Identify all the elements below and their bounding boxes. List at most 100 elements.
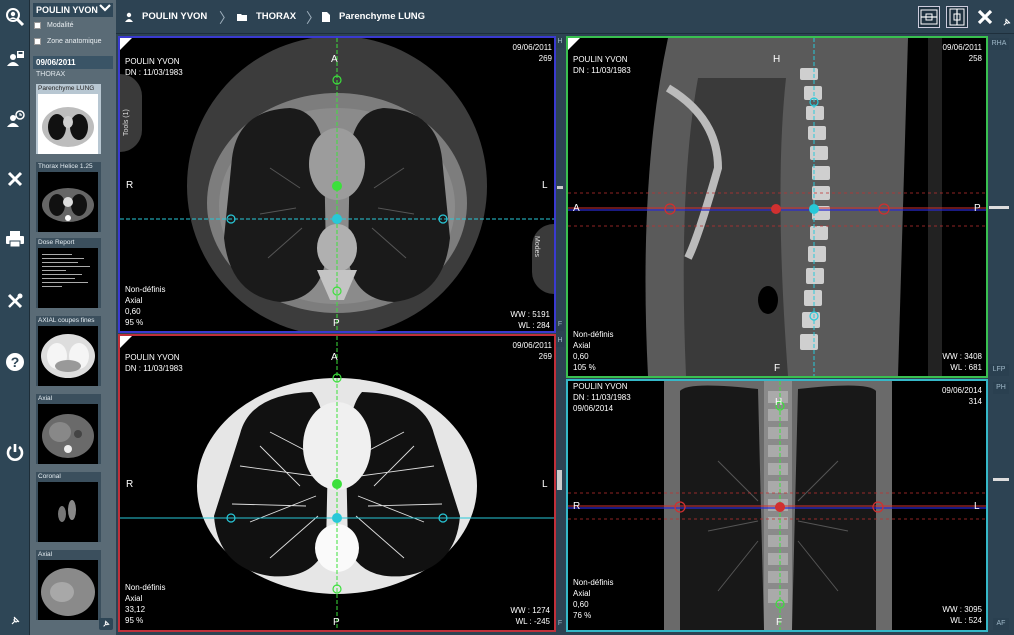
orientation-left: R [126,479,134,490]
viewport-sagittal[interactable]: POULIN YVON DN : 11/03/1983 09/06/2011 2… [566,36,988,378]
sagittal-image [568,38,986,376]
series-thumbnail [38,248,98,308]
scroll-indicator[interactable] [557,470,562,490]
study-date: 09/06/2014 [941,386,982,395]
series-item[interactable]: AXIAL coupes fines [36,316,101,386]
window-level: WL : -245 [515,617,550,626]
series-item[interactable]: Axial [36,394,101,464]
series-label: Thorax Helice 1.25 [38,163,93,170]
layout-horizontal-button[interactable] [918,6,940,28]
window-level: WL : 681 [950,363,982,372]
series-panel: POULIN YVON Modalité Zone anatomique 09/… [30,0,116,635]
tools-side-tab[interactable]: Tools (1) [120,74,142,152]
series-item[interactable]: Parenchyme LUNG [36,84,101,154]
series-label: Axial [38,395,53,402]
filter-modality-checkbox[interactable] [34,22,41,29]
close-viewer-button[interactable] [974,6,996,28]
close-icon[interactable] [3,166,27,192]
series-item[interactable]: Dose Report [36,238,101,308]
patient-dob: DN : 11/03/1983 [125,364,183,373]
viewer-app: ? POULIN YVON Modalité Zone anatomique 0… [0,0,1014,635]
corner-h-tab[interactable]: H [556,337,564,347]
study-date-header[interactable]: 09/06/2011 [33,56,113,69]
tools-icon[interactable] [3,288,27,314]
orientation-tab-top[interactable]: RHA [989,38,1009,50]
corner-f-tab[interactable]: F [556,620,564,630]
study-date: 09/06/2011 [942,43,982,52]
breadcrumb-series[interactable]: Parenchyme LUNG [322,11,425,22]
slice-thickness: 0,60 [573,352,589,361]
chevron-down-icon[interactable] [99,3,111,16]
study-date-left: 09/06/2014 [573,404,614,413]
orientation-top: A [331,54,338,65]
series-thumbnail [38,482,98,542]
orientation-right: L [542,479,548,490]
zoom-level: 95 % [125,616,144,625]
breadcrumb-series-label: Parenchyme LUNG [339,11,426,22]
slice-slider[interactable] [989,206,1009,209]
close-icon [977,9,993,25]
help-icon[interactable]: ? [3,349,27,375]
corner-h-tab[interactable]: H [556,38,564,48]
series-item[interactable]: Thorax Helice 1.25 [36,162,101,232]
patient-history-icon[interactable] [3,107,27,133]
settings-pin-icon[interactable] [1002,14,1012,26]
panel-pin-icon[interactable] [99,618,113,630]
scroll-indicator[interactable] [557,186,563,189]
series-thumbnail [38,560,98,620]
patient-name: POULIN YVON [125,57,180,66]
study-date: 09/06/2011 [512,341,552,350]
breadcrumb-patient[interactable]: POULIN YVON [124,11,207,22]
viewport-axial-mediastinum[interactable]: POULIN YVON DN : 11/03/1983 09/06/2011 2… [118,334,556,632]
patient-selector[interactable]: POULIN YVON [33,3,113,17]
filter-anatomic-zone[interactable]: Zone anatomique [34,38,101,45]
series-item[interactable]: Axial [36,550,101,620]
filter-anatomic-zone-label: Zone anatomique [47,38,102,45]
search-patient-icon[interactable] [3,4,27,30]
filter-modality-label: Modalité [47,22,74,29]
modality-label: Non-définis [125,285,166,294]
filter-anatomic-zone-checkbox[interactable] [34,38,41,45]
orientation-tab-bottom[interactable]: LFP [989,364,1009,376]
corner-f-tab[interactable]: F [556,321,564,331]
slice-thickness: 0,60 [573,600,589,609]
patient-name: POULIN YVON [573,55,628,64]
zoom-level: 105 % [573,363,596,372]
exam-label: THORAX [36,71,66,78]
orientation-left: R [126,180,134,191]
viewport-coronal[interactable]: POULIN YVON DN : 11/03/1983 09/06/2014 0… [566,379,988,632]
axial-lung-image [120,38,554,331]
orientation-top: H [773,54,781,65]
breadcrumb-exam[interactable]: THORAX [237,11,296,22]
breadcrumb-separator-icon: 〉 [306,10,320,26]
save-patient-icon[interactable] [3,46,27,72]
window-width: WW : 5191 [510,310,550,319]
window-width: WW : 3408 [942,352,982,361]
slice-slider[interactable] [993,478,1009,481]
svg-text:?: ? [11,354,20,370]
orientation-right: L [974,501,980,512]
pin-icon[interactable] [3,614,27,628]
layout-vertical-icon [949,8,965,26]
patient-name: POULIN YVON [125,353,180,362]
breadcrumb-separator-icon: 〉 [219,10,233,26]
plane-label: Axial [125,594,143,603]
coronal-image [568,381,986,630]
power-icon[interactable] [3,439,27,465]
series-thumbnail [38,172,98,232]
layout-vertical-button[interactable] [946,6,968,28]
orientation-top: H [775,397,783,408]
filter-modality[interactable]: Modalité [34,22,73,29]
orientation-tab-bottom[interactable]: AF [993,618,1009,630]
orientation-bottom: P [333,318,340,329]
orientation-top: A [331,352,338,363]
modality-label: Non-définis [125,583,166,592]
orientation-tab-top[interactable]: PH [993,382,1009,394]
viewport-axial-lung[interactable]: POULIN YVON DN : 11/03/1983 09/06/2011 2… [118,36,556,333]
modes-side-tab[interactable]: Modes [532,224,554,294]
print-icon[interactable] [3,226,27,252]
series-label: Axial [38,551,53,558]
orientation-bottom: F [776,617,783,628]
patient-name: POULIN YVON [573,382,628,391]
series-item[interactable]: Coronal [36,472,101,542]
